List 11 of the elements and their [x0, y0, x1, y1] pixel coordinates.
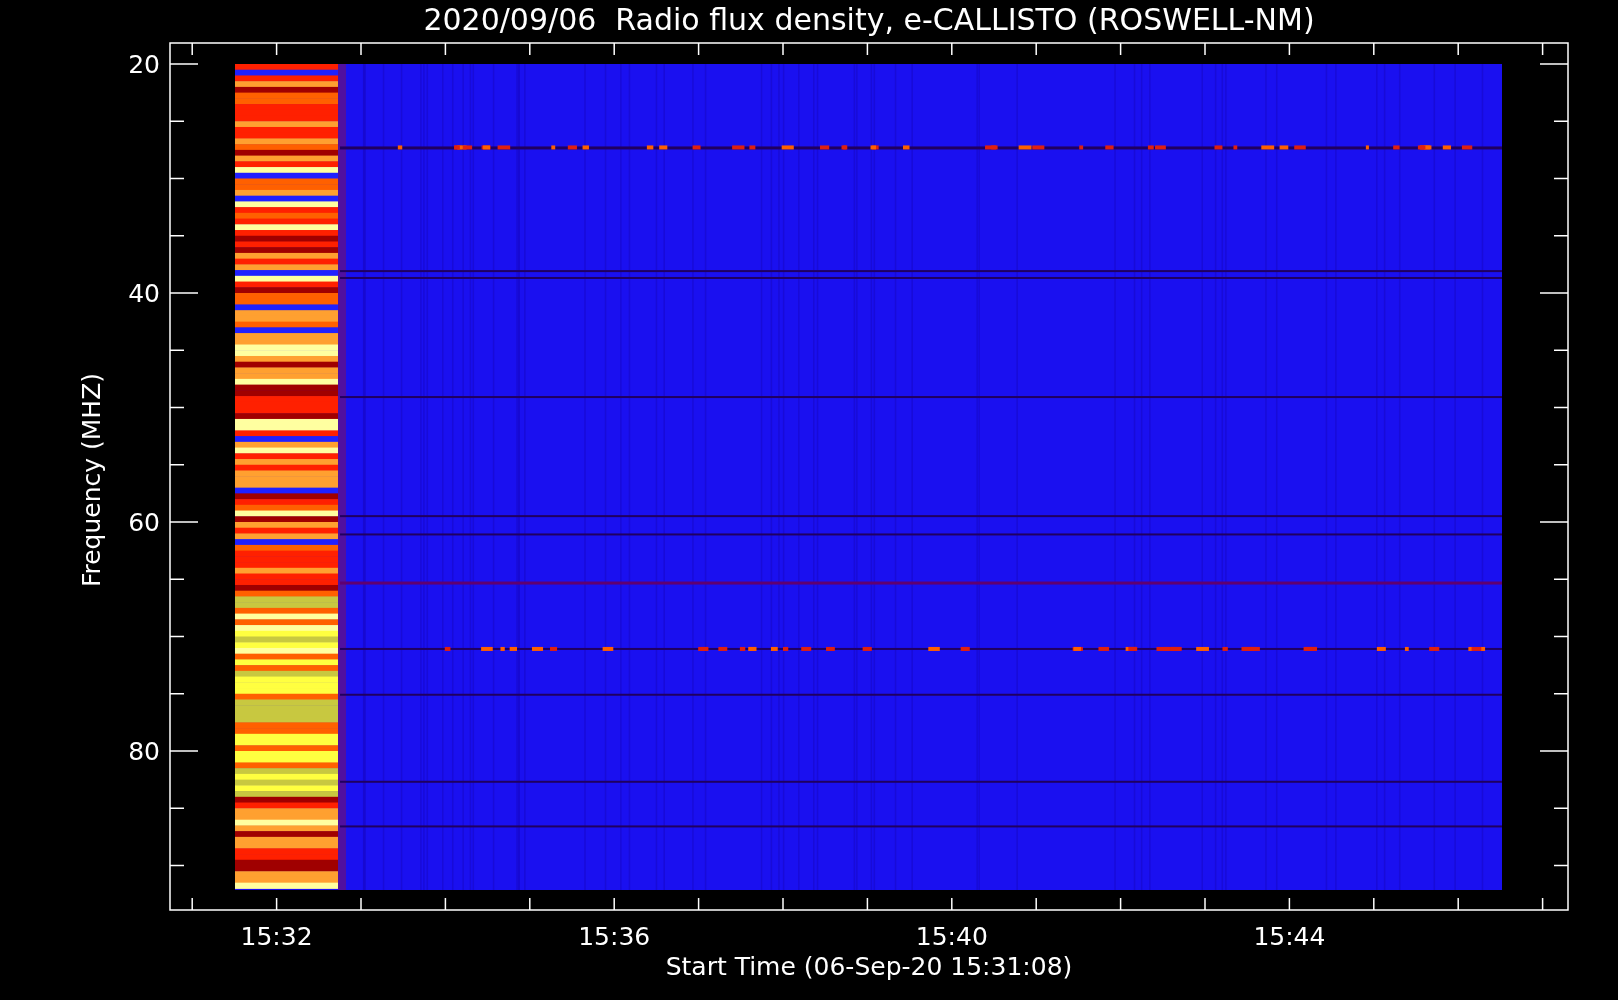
x-tick-label: 15:40	[915, 922, 988, 951]
y-tick-label: 40	[128, 279, 160, 308]
chart-title: 2020/09/06 Radio flux density, e-CALLISTO (ROSWELL-NM)	[423, 2, 1315, 37]
y-axis-title: Frequency (MHZ)	[77, 372, 106, 588]
x-axis-title: Start Time (06-Sep-20 15:31:08)	[665, 952, 1073, 981]
x-tick-label: 15:32	[240, 922, 313, 951]
x-tick-label: 15:44	[1253, 922, 1326, 951]
y-tick-label: 80	[128, 737, 160, 766]
y-tick-label: 60	[128, 508, 160, 537]
x-tick-label: 15:36	[578, 922, 651, 951]
y-tick-label: 20	[128, 50, 160, 79]
